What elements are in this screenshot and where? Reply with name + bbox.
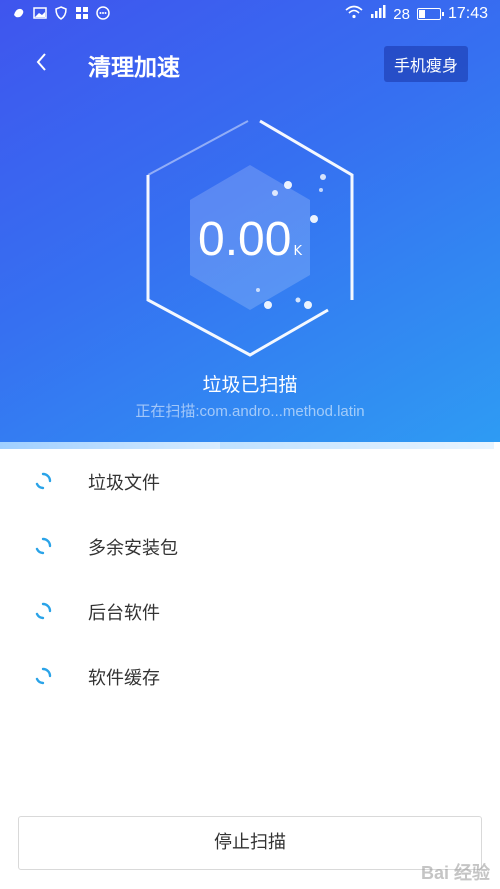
gallery-icon <box>33 6 47 19</box>
app-icon <box>75 6 88 19</box>
list-item-label: 软件缓存 <box>88 668 160 689</box>
scan-item-list: 垃圾文件 多余安装包 后台软件 软件缓存 <box>0 449 500 709</box>
scan-hero: 28 17:43 清理加速 手机瘦身 0.00 K 垃圾已扫描 正在扫描:com.… <box>0 0 500 449</box>
status-bar: 28 17:43 <box>0 0 500 30</box>
battery-icon <box>416 8 444 20</box>
scan-status: 垃圾已扫描 <box>202 374 298 396</box>
loading-spinner-icon <box>35 667 52 685</box>
stop-scan-button[interactable]: 停止扫描 <box>18 816 482 870</box>
scan-progress-bar <box>0 442 500 449</box>
battery-level: 28 <box>393 5 410 23</box>
size-value: 0.00 <box>198 213 292 266</box>
list-item: 多余安装包 <box>0 514 500 579</box>
scanned-size: 0.00 K <box>0 212 500 267</box>
back-arrow-icon[interactable] <box>30 50 54 74</box>
scan-progress-fill <box>0 442 220 449</box>
loading-spinner-icon <box>35 602 52 620</box>
list-item: 垃圾文件 <box>0 449 500 514</box>
list-item-label: 后台软件 <box>88 603 160 624</box>
notification-icon <box>12 6 25 19</box>
header: 清理加速 手机瘦身 <box>0 36 500 92</box>
status-icons <box>12 6 110 20</box>
wifi-icon <box>345 5 363 23</box>
status-right: 28 17:43 <box>345 5 488 23</box>
phone-slim-button[interactable]: 手机瘦身 <box>383 46 468 82</box>
more-icon <box>96 6 110 20</box>
page-title: 清理加速 <box>88 55 180 81</box>
scan-current-package: 正在扫描:com.andro...method.latin <box>135 403 365 420</box>
shield-icon <box>54 6 67 20</box>
list-item-label: 多余安装包 <box>88 538 178 559</box>
size-unit: K <box>293 244 302 259</box>
scan-progress-track <box>220 442 494 449</box>
list-item: 软件缓存 <box>0 644 500 709</box>
watermark: Bai 经验 <box>420 863 490 883</box>
loading-spinner-icon <box>35 537 52 555</box>
list-item-label: 垃圾文件 <box>88 473 160 494</box>
list-item: 后台软件 <box>0 579 500 644</box>
clock: 17:43 <box>447 5 488 22</box>
signal-icon <box>370 5 386 23</box>
loading-spinner-icon <box>35 472 52 490</box>
